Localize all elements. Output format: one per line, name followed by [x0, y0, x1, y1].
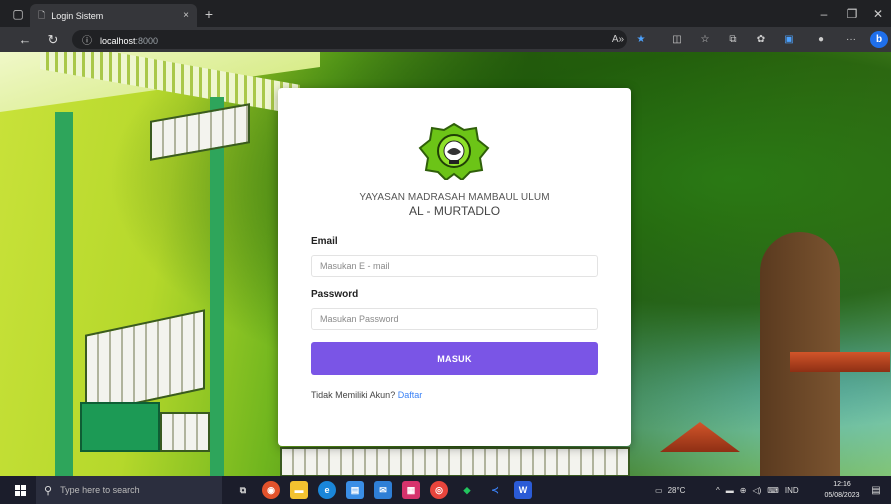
- battery-icon: ▬: [725, 485, 734, 495]
- temple-roof: [660, 422, 740, 452]
- windows-taskbar: ⚲ Type here to search ⧉ ◉ ▬ e ▤ ✉ ▦ ◎ ◆ …: [0, 476, 891, 504]
- new-tab-button[interactable]: +: [199, 4, 219, 24]
- profile-avatar-icon[interactable]: ●: [812, 31, 830, 48]
- app-icon[interactable]: ◉: [262, 481, 280, 499]
- building-window: [280, 447, 630, 476]
- url-port: :8000: [135, 35, 159, 46]
- volume-icon: ◁): [752, 485, 762, 495]
- read-aloud-icon[interactable]: A»: [609, 31, 627, 48]
- masuk-button[interactable]: MASUK: [311, 342, 598, 375]
- store-icon[interactable]: ▤: [346, 481, 364, 499]
- word-icon[interactable]: W: [514, 481, 532, 499]
- split-screen-icon[interactable]: ◫: [668, 31, 686, 48]
- app-icon[interactable]: ▦: [402, 481, 420, 499]
- password-field[interactable]: [311, 308, 598, 330]
- notice-board: [80, 402, 160, 452]
- chevron-up-icon[interactable]: ^: [716, 486, 720, 495]
- madrasah-logo-icon: [418, 122, 490, 180]
- url-host: localhost: [100, 35, 136, 46]
- building-window: [150, 103, 250, 161]
- tab-login-sistem[interactable]: 🗋 Login Sistem ×: [30, 4, 197, 27]
- app-icon[interactable]: ◆: [458, 481, 476, 499]
- weather-widget[interactable]: ▭ 28°C: [655, 476, 685, 504]
- password-label: Password: [311, 289, 359, 300]
- edge-icon[interactable]: e: [318, 481, 336, 499]
- email-field[interactable]: [311, 255, 598, 277]
- info-icon[interactable]: ⓘ: [82, 32, 92, 47]
- building-window: [160, 412, 210, 452]
- keyboard-icon: ⌨: [767, 485, 779, 495]
- address-bar[interactable]: ⓘ localhost:8000: [72, 30, 627, 49]
- close-window-icon[interactable]: ✕: [862, 0, 891, 27]
- browser-titlebar: ▢ 🗋 Login Sistem × + – ❐ ✕: [0, 0, 891, 27]
- favorite-star-icon[interactable]: ★: [632, 31, 650, 48]
- file-explorer-icon[interactable]: ▬: [290, 481, 308, 499]
- tab-close-icon[interactable]: ×: [183, 10, 189, 21]
- email-label: Email: [311, 236, 338, 247]
- building-pillar: [210, 97, 224, 476]
- register-prompt: Tidak Memiliki Akun?: [311, 390, 396, 400]
- language-indicator[interactable]: IND: [785, 486, 799, 495]
- search-placeholder: Type here to search: [60, 485, 140, 495]
- org-name-line1: YAYASAN MADRASAH MAMBAUL ULUM: [359, 192, 550, 203]
- tab-title: Login Sistem: [51, 10, 104, 21]
- collections-icon[interactable]: ⧉: [724, 31, 742, 48]
- more-menu-icon[interactable]: ···: [842, 31, 860, 48]
- back-icon[interactable]: ←: [14, 29, 36, 50]
- taskbar-clock[interactable]: 12:16 05/08/2023: [822, 479, 862, 501]
- network-icon: ⊕: [739, 485, 747, 495]
- page-icon: 🗋: [38, 9, 46, 20]
- address-toolbar: ← ↻ ⓘ localhost:8000 A» ★ ◫ ☆ ⧉ ✿ ▣ ● ··…: [0, 27, 891, 52]
- system-tray[interactable]: ^ ▬ ⊕ ◁) ⌨ IND: [716, 476, 799, 504]
- clock-time: 12:16: [833, 481, 851, 488]
- building-window: [85, 309, 205, 415]
- org-name-line2: AL - MURTADLO: [408, 204, 501, 218]
- chrome-icon[interactable]: ◎: [430, 481, 448, 499]
- taskbar-search[interactable]: ⚲ Type here to search: [36, 476, 222, 504]
- clock-date: 05/08/2023: [824, 492, 860, 499]
- weather-icon: ▭: [655, 485, 663, 495]
- screenshot-icon[interactable]: ▣: [780, 31, 798, 48]
- refresh-icon[interactable]: ↻: [42, 29, 64, 50]
- notification-icon[interactable]: ▤: [868, 482, 884, 498]
- bing-copilot-icon[interactable]: b: [870, 31, 888, 48]
- vscode-icon[interactable]: ≺: [486, 481, 504, 499]
- building-pillar: [55, 112, 73, 476]
- mail-icon[interactable]: ✉: [374, 481, 392, 499]
- search-icon: ⚲: [44, 484, 53, 497]
- task-view-icon[interactable]: ⧉: [234, 481, 252, 499]
- login-card: YAYASAN MADRASAH MAMBAUL ULUM AL - MURTA…: [278, 88, 631, 446]
- daftar-link[interactable]: Daftar: [398, 390, 423, 400]
- start-button[interactable]: [8, 476, 32, 504]
- windows-logo-icon: [14, 484, 26, 496]
- register-prompt-line: Tidak Memiliki Akun? Daftar: [311, 390, 422, 400]
- extensions-icon[interactable]: ✿: [752, 31, 770, 48]
- favorites-icon[interactable]: ☆: [696, 31, 714, 48]
- temple-roof: [790, 352, 890, 372]
- weather-temp: 28°C: [667, 485, 686, 495]
